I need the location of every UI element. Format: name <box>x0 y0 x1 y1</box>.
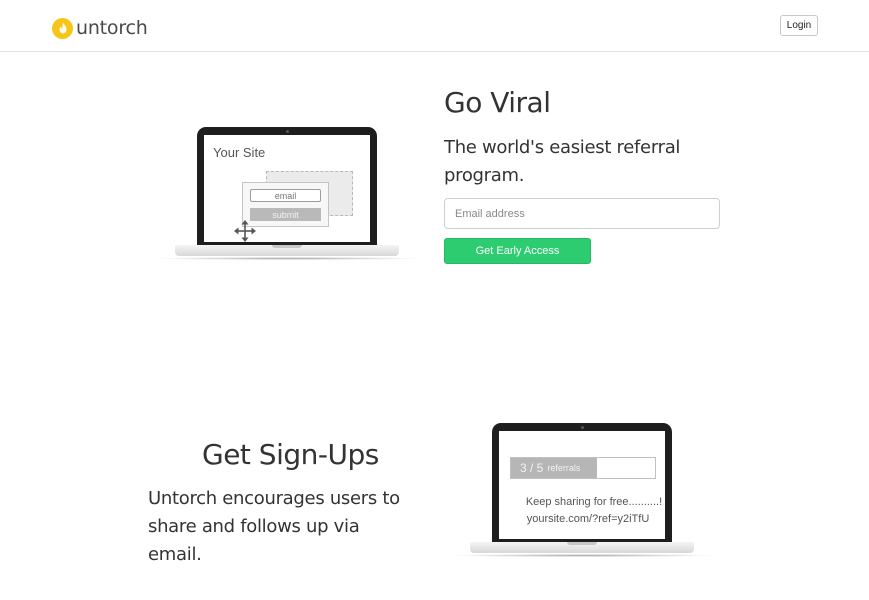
signups-description: Untorch encourages users to share and fo… <box>148 488 400 565</box>
share-message: Keep sharing for free..........! <box>525 496 663 508</box>
brand-logo[interactable]: untorch <box>52 17 148 39</box>
referral-progress-bar: 3 / 5 referrals <box>510 457 656 479</box>
mockup-site-label: Your Site <box>213 145 266 160</box>
move-arrows-icon <box>234 220 256 242</box>
laptop-display: 3 / 5 referrals Keep sharing for free...… <box>499 431 665 539</box>
get-early-access-button[interactable]: Get Early Access <box>444 238 591 264</box>
hero-laptop-illustration: Your Site email submit <box>153 127 423 262</box>
laptop-shadow <box>153 257 423 260</box>
hero-subtitle: The world's easiest referral program. <box>444 137 681 186</box>
laptop-notch <box>272 245 302 248</box>
flame-icon <box>52 17 73 39</box>
referral-laptop-illustration: 3 / 5 referrals Keep sharing for free...… <box>448 423 718 558</box>
laptop-camera <box>581 426 584 429</box>
mockup-submit-button: submit <box>250 208 321 221</box>
site-header: untorch Login <box>0 0 869 52</box>
laptop-notch <box>567 542 597 545</box>
referral-progress-fill: 3 / 5 referrals <box>511 458 598 478</box>
signups-title: Get Sign-Ups <box>202 438 379 471</box>
mockup-email-field: email <box>250 189 321 202</box>
laptop-camera <box>286 130 289 133</box>
laptop-display: Your Site email submit <box>204 135 370 242</box>
share-link: yoursite.com/?ref=y2iTfU <box>526 513 650 525</box>
email-input[interactable] <box>444 198 720 229</box>
hero-title: Go Viral <box>444 86 551 119</box>
referral-word: referrals <box>547 463 581 473</box>
referral-count: 3 / 5 <box>520 461 544 475</box>
laptop-shadow <box>448 554 718 557</box>
login-button[interactable]: Login <box>780 15 818 36</box>
brand-name: untorch <box>76 17 148 39</box>
